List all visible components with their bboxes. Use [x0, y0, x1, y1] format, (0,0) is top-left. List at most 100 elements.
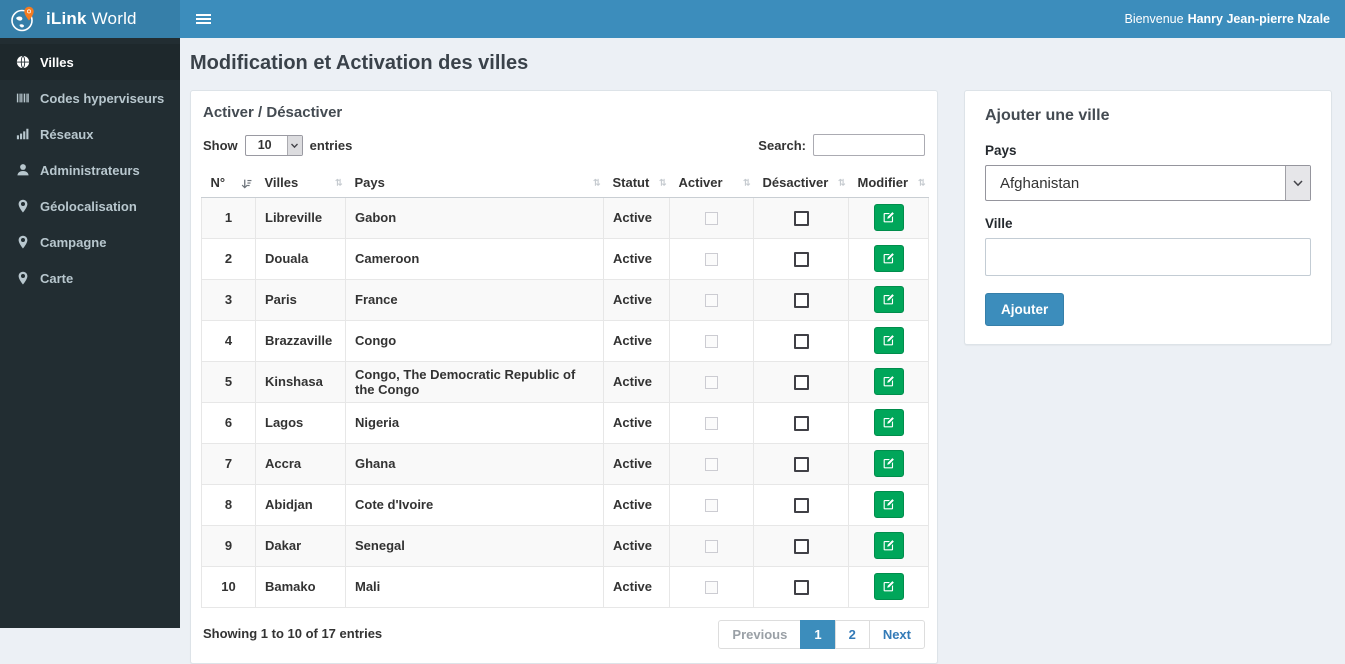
pays-cell: Mali [346, 566, 604, 607]
sidebar-item-codes-hyperviseurs[interactable]: Codes hyperviseurs [0, 80, 180, 116]
activer-checkbox [705, 335, 718, 348]
sidebar-toggle-hamburger-icon[interactable] [180, 0, 226, 38]
main-content: Modification et Activation des villes Ac… [180, 38, 1345, 628]
desactiver-checkbox[interactable] [794, 211, 809, 226]
modifier-button[interactable] [874, 327, 904, 354]
activer-checkbox [705, 253, 718, 266]
edit-icon [882, 457, 895, 470]
sort-icon: ⇅ [335, 178, 342, 187]
modifier-button[interactable] [874, 491, 904, 518]
pays-cell: Cote d'Ivoire [346, 484, 604, 525]
edit-icon [882, 293, 895, 306]
row-number-cell: 5 [202, 361, 256, 402]
sidebar-item-reseaux[interactable]: Réseaux [0, 116, 180, 152]
col-header-activer[interactable]: Activer⇅ [670, 169, 754, 197]
entries-label: entries [310, 138, 353, 153]
user-icon [15, 163, 30, 178]
table-summary: Showing 1 to 10 of 17 entries [203, 620, 382, 641]
table-row: 5 Kinshasa Congo, The Democratic Republi… [202, 361, 929, 402]
sort-icon: ⇅ [593, 178, 600, 187]
search-input[interactable] [813, 134, 925, 156]
desactiver-checkbox[interactable] [794, 293, 809, 308]
edit-icon [882, 334, 895, 347]
app-logo[interactable]: iLink World [0, 0, 180, 38]
modifier-button[interactable] [874, 204, 904, 231]
modifier-button[interactable] [874, 532, 904, 559]
map-marker-icon [15, 271, 30, 286]
sidebar-item-geolocalisation[interactable]: Géolocalisation [0, 188, 180, 224]
col-header-pays[interactable]: Pays⇅ [346, 169, 604, 197]
ajouter-button[interactable]: Ajouter [985, 293, 1064, 326]
desactiver-checkbox[interactable] [794, 457, 809, 472]
edit-icon [882, 416, 895, 429]
col-header-villes[interactable]: Villes⇅ [256, 169, 346, 197]
pays-cell: Ghana [346, 443, 604, 484]
page-title: Modification et Activation des villes [190, 52, 1332, 75]
pays-cell: France [346, 279, 604, 320]
ville-cell: Brazzaville [256, 320, 346, 361]
pays-cell: Cameroon [346, 238, 604, 279]
country-select[interactable]: Afghanistan [985, 165, 1311, 201]
table-row: 4 Brazzaville Congo Active [202, 320, 929, 361]
brand-title: iLink World [46, 9, 137, 29]
col-header-statut[interactable]: Statut⇅ [604, 169, 670, 197]
page-size-select[interactable]: 10 [245, 135, 303, 156]
desactiver-checkbox[interactable] [794, 498, 809, 513]
activer-checkbox [705, 499, 718, 512]
desactiver-checkbox[interactable] [794, 416, 809, 431]
pagination-next-button[interactable]: Next [869, 620, 925, 649]
sort-icon: ⇅ [918, 178, 925, 187]
col-header-desactiver[interactable]: Désactiver⇅ [754, 169, 849, 197]
modifier-button[interactable] [874, 245, 904, 272]
col-header-modifier[interactable]: Modifier⇅ [849, 169, 929, 197]
modifier-button[interactable] [874, 573, 904, 600]
row-number-cell: 10 [202, 566, 256, 607]
search-label: Search: [758, 138, 806, 153]
desactiver-checkbox[interactable] [794, 580, 809, 595]
activer-checkbox [705, 581, 718, 594]
ville-cell: Douala [256, 238, 346, 279]
add-city-title: Ajouter une ville [985, 107, 1311, 125]
modifier-button[interactable] [874, 368, 904, 395]
desactiver-checkbox[interactable] [794, 334, 809, 349]
pagination: Previous 12 Next [718, 620, 925, 649]
top-navbar: iLink World Bienvenue Hanry Jean-pierre … [0, 0, 1345, 38]
statut-cell: Active [604, 197, 670, 238]
row-number-cell: 9 [202, 525, 256, 566]
table-header-row: N° Villes⇅ Pays⇅ Statut⇅ Activer⇅ Désact… [202, 169, 929, 197]
welcome-message: Bienvenue Hanry Jean-pierre Nzale [1124, 0, 1345, 38]
table-row: 9 Dakar Senegal Active [202, 525, 929, 566]
sort-icon: ⇅ [743, 178, 750, 187]
edit-icon [882, 211, 895, 224]
pagination-page-1-button[interactable]: 1 [800, 620, 835, 649]
edit-icon [882, 539, 895, 552]
col-header-no[interactable]: N° [202, 169, 256, 197]
show-label: Show [203, 138, 238, 153]
desactiver-checkbox[interactable] [794, 252, 809, 267]
modifier-button[interactable] [874, 286, 904, 313]
sidebar-item-administrateurs[interactable]: Administrateurs [0, 152, 180, 188]
desactiver-checkbox[interactable] [794, 375, 809, 390]
pagination-page-2-button[interactable]: 2 [835, 620, 870, 649]
activer-checkbox [705, 417, 718, 430]
globe-pin-logo-icon [10, 6, 37, 33]
desactiver-checkbox[interactable] [794, 539, 809, 554]
pays-cell: Gabon [346, 197, 604, 238]
map-marker-icon [15, 235, 30, 250]
pagination-previous-button[interactable]: Previous [718, 620, 801, 649]
sort-asc-icon [241, 177, 252, 188]
ville-cell: Bamako [256, 566, 346, 607]
add-city-panel: Ajouter une ville Pays Afghanistan Ville… [964, 90, 1332, 345]
statut-cell: Active [604, 484, 670, 525]
sidebar-item-campagne[interactable]: Campagne [0, 224, 180, 260]
modifier-button[interactable] [874, 409, 904, 436]
user-name: Hanry Jean-pierre Nzale [1188, 12, 1330, 26]
pays-cell: Nigeria [346, 402, 604, 443]
modifier-button[interactable] [874, 450, 904, 477]
sidebar-item-carte[interactable]: Carte [0, 260, 180, 296]
ville-cell: Lagos [256, 402, 346, 443]
signal-icon [15, 127, 30, 142]
sidebar-item-villes[interactable]: Villes [0, 44, 180, 80]
row-number-cell: 6 [202, 402, 256, 443]
city-name-input[interactable] [985, 238, 1311, 276]
